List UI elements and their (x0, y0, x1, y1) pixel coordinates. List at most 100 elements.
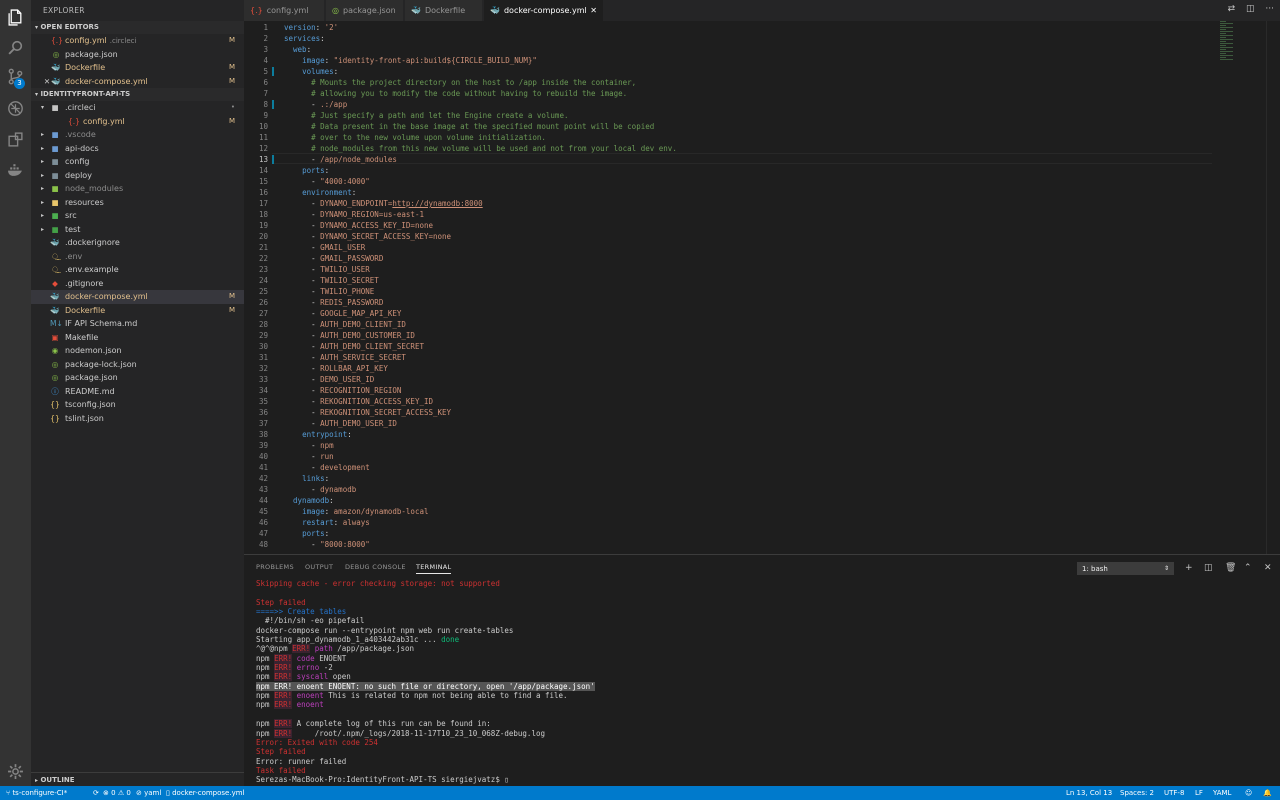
code-line: 33 - DEMO_USER_ID (244, 374, 1244, 385)
tab-docker-compose-yml[interactable]: 🐳 docker-compose.yml ✕ (484, 0, 604, 21)
tree-file[interactable]: 🐳 .dockerignore (31, 236, 244, 250)
more-actions-icon[interactable]: ··· (1265, 4, 1274, 14)
file-type-icon: {} (50, 400, 60, 409)
language-mode[interactable]: YAML (1213, 786, 1231, 800)
tree-file[interactable]: {} tslint.json (31, 412, 244, 426)
explorer-icon[interactable] (6, 8, 25, 27)
tree-folder[interactable]: ▸ ■ deploy (31, 169, 244, 183)
tree-file[interactable]: 🐳 docker-compose.yml M (31, 290, 244, 304)
tree-item-label: .env (65, 251, 83, 261)
tree-folder[interactable]: ▸ ■ src (31, 209, 244, 223)
project-section[interactable]: ▾ IDENTITYFRONT-API-TS (31, 88, 244, 101)
tab-config-yml[interactable]: {.} config.yml (244, 0, 325, 21)
new-terminal-icon[interactable]: + (1185, 563, 1193, 573)
code-text: - "4000:4000" (284, 177, 370, 186)
terminal-line: npm ERR! code ENOENT (256, 653, 347, 663)
minimap-line (1220, 41, 1226, 42)
tab-debug-console[interactable]: DEBUG CONSOLE (345, 563, 406, 571)
tree-file[interactable]: ◉ nodemon.json (31, 344, 244, 358)
tab-package-json[interactable]: ◎ package.json (326, 0, 404, 21)
encoding[interactable]: UTF-8 (1164, 786, 1184, 800)
branch-status[interactable]: ⑂ ts-configure-CI* (6, 786, 67, 800)
lang-server-status[interactable]: ⊘ yaml (136, 786, 161, 800)
terminal-select[interactable]: 1: bash ⇕ (1077, 562, 1174, 575)
kill-terminal-icon[interactable]: 🗑 (1225, 563, 1236, 573)
tree-folder[interactable]: ▸ ■ .vscode (31, 128, 244, 142)
tree-file[interactable]: {} tsconfig.json (31, 398, 244, 412)
minimap-line (1220, 25, 1226, 26)
search-icon[interactable] (6, 38, 25, 57)
line-number: 29 (258, 331, 268, 340)
tree-file[interactable]: ◆ .gitignore (31, 277, 244, 291)
close-panel-icon[interactable]: ✕ (1264, 563, 1272, 573)
problems-status[interactable]: ⊗ 0 ⚠ 0 (103, 786, 131, 800)
line-endings[interactable]: LF (1195, 786, 1203, 800)
tree-file[interactable]: M↓ IF API Schema.md (31, 317, 244, 331)
code-line: 23 - TWILIO_USER (244, 264, 1244, 275)
tree-folder[interactable]: ▸ ■ resources (31, 196, 244, 210)
terminal-line: Error: Exited with code 254 (256, 737, 378, 747)
terminal-line: npm ERR! enoent ENOENT: no such file or … (256, 681, 595, 691)
code-line: 26 - REDIS_PASSWORD (244, 297, 1244, 308)
docker-file-icon: 🐳 (411, 6, 421, 15)
tree-file[interactable]: ◎ package-lock.json (31, 358, 244, 372)
tab-terminal[interactable]: TERMINAL (416, 563, 452, 574)
debug-icon[interactable] (6, 99, 25, 118)
line-number: 36 (258, 408, 268, 417)
tab-dockerfile[interactable]: 🐳 Dockerfile (405, 0, 483, 21)
sync-icon[interactable]: ⟳ (93, 786, 99, 800)
tree-folder[interactable]: ▸ ■ config (31, 155, 244, 169)
tree-file[interactable]: ⵿ .env.example (31, 263, 244, 277)
tab-problems[interactable]: PROBLEMS (256, 563, 294, 571)
maximize-panel-icon[interactable]: ⌃ (1244, 563, 1252, 573)
open-editor-item[interactable]: 🐳 Dockerfile M (31, 61, 244, 75)
tree-folder[interactable]: ▸ ■ api-docs (31, 142, 244, 156)
file-name: docker-compose.yml (172, 789, 245, 797)
open-editors-section[interactable]: ▾ OPEN EDITORS (31, 21, 244, 34)
code-text: - REKOGNITION_ACCESS_KEY_ID (284, 397, 434, 406)
cursor-position[interactable]: Ln 13, Col 13 (1066, 786, 1112, 800)
open-editor-item[interactable]: {.} config.yml .circleci M (31, 34, 244, 48)
tree-file[interactable]: ▣ Makefile (31, 331, 244, 345)
tree-file[interactable]: {.} config.yml M (31, 115, 244, 129)
code-text: - DYNAMO_SECRET_ACCESS_KEY=none (284, 232, 452, 241)
docker-icon[interactable] (6, 160, 25, 179)
bell-icon[interactable]: 🔔 (1263, 786, 1272, 800)
minimap-line (1220, 31, 1233, 32)
indentation[interactable]: Spaces: 2 (1120, 786, 1154, 800)
outline-section[interactable]: ▸ OUTLINE (31, 772, 244, 786)
minimap[interactable] (1220, 21, 1240, 61)
minimap-line (1220, 45, 1226, 46)
code-text: - DYNAMO_ENDPOINT=http://dynamodb:8000 (284, 199, 483, 208)
folder-icon: ■ (51, 224, 59, 234)
code-editor[interactable]: 1 version: '2' 2 services: 3 web: 4 image: "i… (244, 21, 1280, 554)
line-number: 19 (258, 221, 268, 230)
open-changes-icon[interactable]: ⇄ (1228, 4, 1236, 14)
file-type-icon: ⓘ (51, 386, 59, 396)
code-line: 31 - AUTH_SERVICE_SECRET (244, 352, 1244, 363)
tree-folder[interactable]: ▸ ■ node_modules (31, 182, 244, 196)
file-status[interactable]: ▯ docker-compose.yml (166, 786, 245, 800)
tree-file[interactable]: ⓘ README.md (31, 385, 244, 399)
tree-file[interactable]: ◎ package.json (31, 371, 244, 385)
tree-file[interactable]: ⵿ .env (31, 250, 244, 264)
extensions-icon[interactable] (6, 130, 25, 149)
gear-icon[interactable] (6, 762, 25, 781)
folder-icon: ■ (51, 197, 59, 207)
tree-folder[interactable]: ▾ ■ .circleci • (31, 101, 244, 115)
open-editor-item[interactable]: ✕ 🐳 docker-compose.yml M (31, 75, 244, 89)
close-icon[interactable]: ✕ (590, 0, 597, 21)
terminal-output[interactable]: Skipping cache - error checking storage:… (256, 579, 1266, 785)
editor-scrollbar[interactable] (1266, 21, 1280, 554)
tree-file[interactable]: 🐳 Dockerfile M (31, 304, 244, 318)
open-editor-item[interactable]: ◎ package.json (31, 48, 244, 62)
code-text: - AUTH_DEMO_CLIENT_SECRET (284, 342, 424, 351)
code-line: 18 - DYNAMO_REGION=us-east-1 (244, 209, 1244, 220)
line-number: 23 (258, 265, 268, 274)
split-editor-icon[interactable]: ◫ (1246, 4, 1255, 14)
feedback-icon[interactable]: ☺ (1245, 786, 1252, 800)
tab-output[interactable]: OUTPUT (305, 563, 333, 571)
split-terminal-icon[interactable]: ◫ (1204, 563, 1213, 573)
tree-folder[interactable]: ▸ ■ test (31, 223, 244, 237)
code-text: ports: (302, 166, 330, 175)
